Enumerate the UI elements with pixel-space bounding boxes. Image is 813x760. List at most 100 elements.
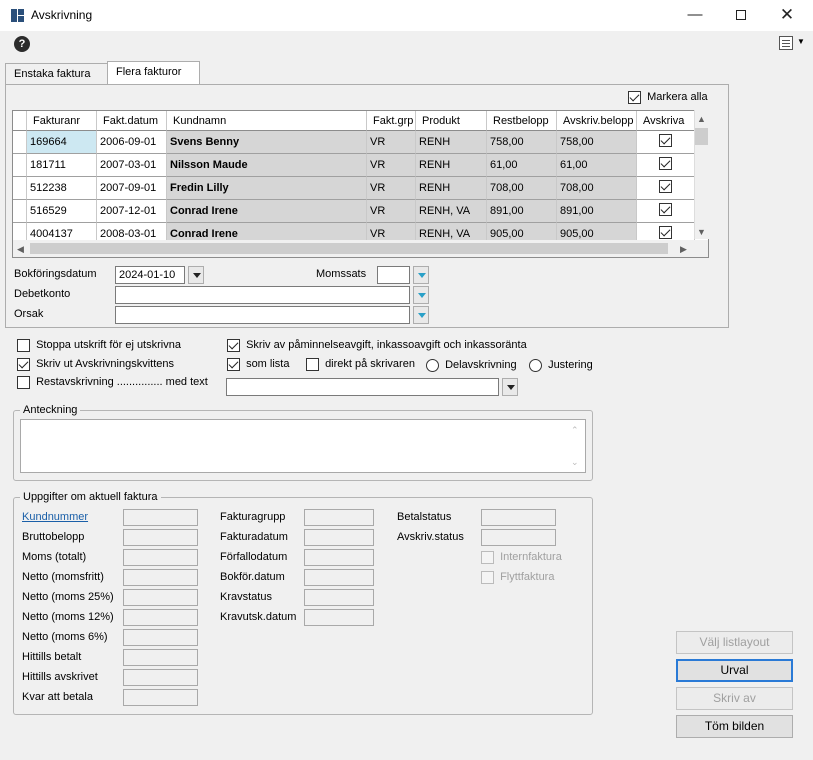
restavskrivning-dropdown-button[interactable] [502,378,518,396]
column-header-produkt[interactable]: Produkt [416,111,487,131]
cell-datum[interactable]: 2007-03-01 [97,154,167,177]
row-header[interactable] [13,177,27,200]
kundnummer-link[interactable]: Kundnummer [22,511,88,523]
direkt-pa-skrivaren-checkbox[interactable]: direkt på skrivaren [306,358,415,371]
avskriva-cell[interactable] [637,177,695,200]
cell-grp[interactable]: VR [367,200,416,223]
horizontal-scroll-thumb[interactable] [30,243,668,254]
checkbox-box[interactable] [17,339,30,352]
column-header-avskriv-belopp[interactable]: Avskriv.belopp [557,111,637,131]
avskriva-cell[interactable] [637,154,695,177]
cell-avskriv[interactable]: 891,00 [557,200,637,223]
scroll-left-icon[interactable]: ◀ [17,244,24,255]
skriv-av-button[interactable]: Skriv av [676,687,793,710]
skriv-av-paminnelse-checkbox[interactable]: Skriv av påminnelseavgift, inkassoavgift… [227,339,527,352]
scroll-up-icon[interactable]: ▲ [697,114,706,124]
checkbox-box[interactable] [227,358,240,371]
checkbox-box[interactable] [306,358,319,371]
checkbox-box[interactable] [628,91,641,104]
radio-circle[interactable] [529,359,542,372]
cell-rest[interactable]: 758,00 [487,131,557,154]
momssats-dropdown-button[interactable] [413,266,429,284]
cell-rest[interactable]: 61,00 [487,154,557,177]
scroll-down-icon[interactable]: ▼ [697,227,706,237]
cell-avskriv[interactable]: 708,00 [557,177,637,200]
cell-avskriv[interactable]: 758,00 [557,131,637,154]
cell-avskriv[interactable]: 61,00 [557,154,637,177]
skriv-ut-kvittens-checkbox[interactable]: Skriv ut Avskrivningskvittens [17,358,174,371]
cell-fakturanr[interactable]: 181711 [27,154,97,177]
avskriva-checkbox[interactable] [659,157,672,170]
som-lista-checkbox[interactable]: som lista [227,358,289,371]
checkbox-box[interactable] [17,376,30,389]
restavskrivning-checkbox[interactable]: Restavskrivning ............... med text [17,376,208,389]
checkbox-box[interactable] [227,339,240,352]
row-header[interactable] [13,200,27,223]
cell-fakturanr[interactable]: 169664 [27,131,97,154]
avskriva-checkbox[interactable] [659,226,672,239]
avskriva-checkbox[interactable] [659,134,672,147]
cell-fakturanr[interactable]: 512238 [27,177,97,200]
tab-flera-fakturor[interactable]: Flera fakturor [107,61,200,84]
avskriva-checkbox[interactable] [659,180,672,193]
cell-produkt[interactable]: RENH [416,177,487,200]
column-header-fakturanr[interactable]: Fakturanr [27,111,97,131]
momssats-input[interactable] [377,266,410,284]
cell-produkt[interactable]: RENH [416,154,487,177]
debetkonto-dropdown-button[interactable] [413,286,429,304]
column-header-fakt-datum[interactable]: Fakt.datum [97,111,167,131]
bokforingsdatum-input[interactable]: 2024-01-10 [115,266,185,284]
scroll-down-icon[interactable]: ⌄ [571,457,579,468]
minimize-icon[interactable]: — [672,0,718,31]
maximize-icon[interactable] [718,0,764,31]
orsak-input[interactable] [115,306,410,324]
restavskrivning-text-select[interactable] [226,378,499,396]
valj-listlayout-button[interactable]: Välj listlayout [676,631,793,654]
cell-kund[interactable]: Fredin Lilly [167,177,367,200]
cell-grp[interactable]: VR [367,131,416,154]
cell-datum[interactable]: 2006-09-01 [97,131,167,154]
delavskrivning-radio[interactable]: Delavskrivning [426,359,517,372]
scroll-up-icon[interactable]: ⌃ [571,425,579,436]
column-header-restbelopp[interactable]: Restbelopp [487,111,557,131]
cell-kund[interactable]: Conrad Irene [167,200,367,223]
urval-button[interactable]: Urval [676,659,793,682]
orsak-dropdown-button[interactable] [413,306,429,324]
avskriva-cell[interactable] [637,200,695,223]
cell-fakturanr[interactable]: 516529 [27,200,97,223]
tab-enstaka-faktura[interactable]: Enstaka faktura [5,63,108,85]
invoice-grid[interactable]: Fakturanr Fakt.datum Kundnamn Fakt.grp P… [12,110,709,258]
debetkonto-input[interactable] [115,286,410,304]
cell-produkt[interactable]: RENH [416,131,487,154]
tom-bilden-button[interactable]: Töm bilden [676,715,793,738]
list-settings-icon[interactable] [779,36,793,50]
radio-circle[interactable] [426,359,439,372]
row-header[interactable] [13,154,27,177]
date-picker-button[interactable] [188,266,204,284]
justering-radio[interactable]: Justering [529,359,593,372]
help-icon[interactable]: ? [14,36,30,52]
cell-rest[interactable]: 891,00 [487,200,557,223]
row-header[interactable] [13,131,27,154]
column-header-avskriva[interactable]: Avskriva [637,111,695,131]
cell-rest[interactable]: 708,00 [487,177,557,200]
cell-datum[interactable]: 2007-09-01 [97,177,167,200]
cell-datum[interactable]: 2007-12-01 [97,200,167,223]
stoppa-utskrift-checkbox[interactable]: Stoppa utskrift för ej utskrivna [17,339,181,352]
checkbox-box[interactable] [17,358,30,371]
vertical-scroll-thumb[interactable] [695,128,708,145]
avskriva-cell[interactable] [637,131,695,154]
cell-produkt[interactable]: RENH, VA [416,200,487,223]
anteckning-textarea[interactable] [20,419,586,473]
cell-kund[interactable]: Nilsson Maude [167,154,367,177]
chevron-down-icon[interactable]: ▼ [797,37,805,46]
scroll-right-icon[interactable]: ▶ [680,244,687,255]
cell-grp[interactable]: VR [367,177,416,200]
cell-grp[interactable]: VR [367,154,416,177]
close-icon[interactable]: ✕ [764,0,810,31]
markera-alla-checkbox[interactable]: Markera alla [628,91,708,104]
column-header-kundnamn[interactable]: Kundnamn [167,111,367,131]
cell-kund[interactable]: Svens Benny [167,131,367,154]
avskriva-checkbox[interactable] [659,203,672,216]
column-header-fakt-grp[interactable]: Fakt.grp [367,111,416,131]
